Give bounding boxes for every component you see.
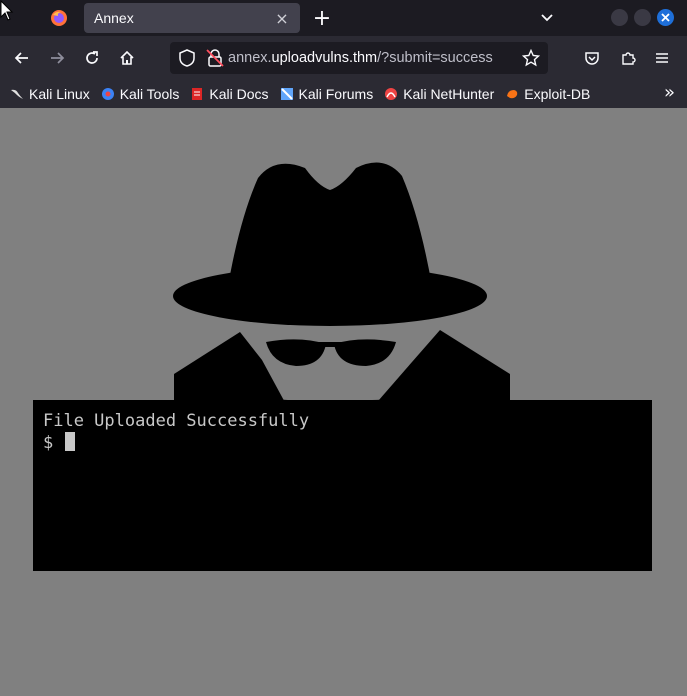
list-all-tabs-button[interactable]: [536, 4, 558, 32]
insecure-lock-icon[interactable]: [206, 48, 224, 68]
mouse-cursor-icon: [0, 0, 14, 21]
maximize-button[interactable]: [634, 9, 651, 26]
kali-nethunter-icon: [385, 88, 398, 100]
firefox-icon: [51, 10, 67, 26]
reload-icon: [86, 51, 98, 64]
kali-dragon-icon: [11, 89, 23, 99]
bookmark-label: Kali NetHunter: [403, 86, 495, 102]
bookmark-kali-linux[interactable]: Kali Linux: [10, 86, 90, 102]
tab-title: Annex: [94, 10, 134, 26]
bookmark-exploit-db[interactable]: Exploit-DB: [505, 86, 590, 102]
kali-tools-icon: [101, 88, 114, 100]
home-button[interactable]: [113, 44, 141, 72]
kali-docs-icon: [192, 88, 203, 100]
puzzle-icon: [622, 52, 636, 65]
bookmarks-toolbar: Kali Linux Kali Tools Kali Docs Kali For…: [0, 80, 687, 108]
reload-button[interactable]: [78, 44, 106, 72]
close-icon: [661, 13, 670, 22]
bookmark-kali-forums[interactable]: Kali Forums: [280, 86, 374, 102]
chevron-down-icon: [541, 14, 553, 22]
bookmark-kali-docs[interactable]: Kali Docs: [190, 86, 269, 102]
home-icon: [120, 50, 134, 65]
arrow-left-icon: [14, 52, 28, 64]
back-button[interactable]: [8, 44, 36, 72]
hamburger-menu-icon: [656, 53, 668, 63]
upload-status-text: File Uploaded Successfully: [43, 411, 310, 431]
pocket-icon: [585, 52, 599, 65]
bookmark-label: Kali Tools: [119, 86, 180, 102]
terminal-cursor: [65, 432, 76, 451]
arrow-right-icon: [51, 52, 65, 64]
bookmark-kali-nethunter[interactable]: Kali NetHunter: [384, 86, 494, 102]
terminal-prompt: $: [43, 433, 64, 453]
minimize-button[interactable]: [611, 9, 628, 26]
terminal-prompt-line: $: [43, 432, 642, 454]
window-close-button[interactable]: [657, 9, 674, 26]
shield-icon[interactable]: [178, 48, 196, 68]
bookmark-label: Kali Docs: [209, 86, 269, 102]
tab-strip: Annex × +: [0, 0, 687, 36]
app-menu-button[interactable]: [648, 44, 676, 72]
tab-annex[interactable]: Annex ×: [84, 3, 300, 33]
new-tab-button[interactable]: +: [310, 4, 334, 32]
bookmarks-overflow-icon[interactable]: »: [664, 82, 675, 103]
url-suffix: /?submit=success: [377, 50, 493, 66]
spy-silhouette-image: [173, 162, 510, 408]
url-prefix: annex.: [228, 50, 272, 66]
forward-button[interactable]: [43, 44, 71, 72]
firefox-view-tab[interactable]: [44, 4, 74, 32]
bookmark-kali-tools[interactable]: Kali Tools: [101, 86, 180, 102]
exploit-db-icon: [507, 90, 518, 99]
pocket-button[interactable]: [578, 44, 606, 72]
tab-close-icon[interactable]: ×: [274, 9, 290, 28]
url-host: uploadvulns.thm: [271, 50, 378, 66]
url-bar[interactable]: annex.uploadvulns.thm/?submit=success: [170, 42, 548, 74]
bookmark-label: Kali Forums: [298, 86, 374, 102]
terminal-output: File Uploaded Successfully $: [33, 400, 652, 571]
bookmark-label: Kali Linux: [29, 86, 90, 102]
navigation-toolbar: annex.uploadvulns.thm/?submit=success: [0, 36, 687, 80]
bookmark-label: Exploit-DB: [524, 86, 591, 102]
bookmark-star-icon[interactable]: [522, 49, 540, 67]
kali-forums-icon: [280, 88, 293, 100]
extensions-button[interactable]: [614, 44, 642, 72]
url-text: annex.uploadvulns.thm/?submit=success: [228, 50, 522, 66]
page-content: File Uploaded Successfully $: [0, 108, 687, 696]
